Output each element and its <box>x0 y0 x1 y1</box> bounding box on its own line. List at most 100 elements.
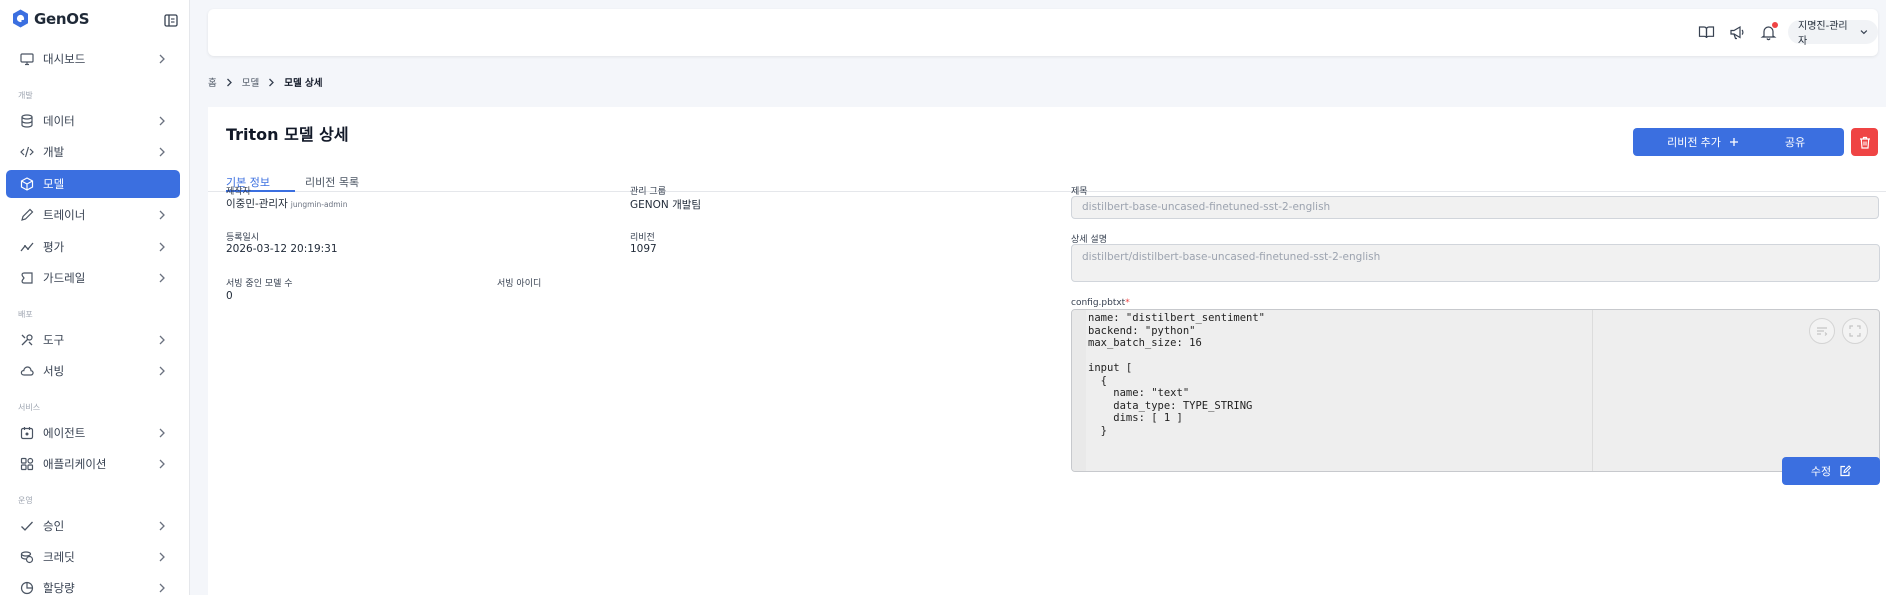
chevron-down-icon <box>1860 30 1868 35</box>
description-field[interactable]: distilbert/distilbert-base-uncased-finet… <box>1071 244 1880 282</box>
editor-gutter <box>1072 310 1086 471</box>
sidebar-item-label: 에이전트 <box>43 426 86 440</box>
sidebar-item-dashboard[interactable]: 대시보드 <box>6 45 180 73</box>
genos-logo-icon <box>13 9 28 28</box>
delete-button[interactable] <box>1851 128 1878 156</box>
nav-section-service: 서비스 <box>18 403 41 412</box>
sidebar-item-data[interactable]: 데이터 <box>6 107 180 135</box>
code-line: name: "distilbert_sentiment" <box>1088 312 1266 324</box>
wrap-lines-icon <box>1817 327 1828 336</box>
check-icon <box>19 518 35 534</box>
trend-line-icon <box>19 239 35 255</box>
sidebar-item-label: 가드레일 <box>43 271 86 285</box>
sidebar-item-label: 데이터 <box>43 114 75 128</box>
nav-section-ops: 운영 <box>18 496 33 505</box>
registered-label: 등록일시 <box>226 233 260 243</box>
expand-icon <box>1849 325 1861 337</box>
code-line: } <box>1088 425 1107 437</box>
user-menu[interactable]: 지명진-관리자 <box>1788 20 1878 47</box>
brand-name: GenOS <box>34 9 90 28</box>
chevron-right-icon <box>159 273 165 283</box>
sidebar-item-quota[interactable]: 할당량 <box>6 574 180 595</box>
edit-icon <box>1840 465 1852 477</box>
book-icon[interactable] <box>1698 24 1715 41</box>
serving-id-label: 서빙 아이디 <box>497 279 542 289</box>
tab-revision-list[interactable]: 리비전 목록 <box>305 174 359 190</box>
share-label: 공유 <box>1784 137 1806 149</box>
sidebar-item-approval[interactable]: 승인 <box>6 512 180 540</box>
sidebar-item-label: 트레이너 <box>43 208 86 222</box>
chevron-right-icon <box>159 210 165 220</box>
group-label: 관리 그룹 <box>630 187 666 197</box>
code-line: max_batch_size: 16 <box>1088 337 1202 349</box>
sidebar-item-guardrail[interactable]: 가드레일 <box>6 264 180 292</box>
monitor-icon <box>19 51 35 67</box>
chevron-right-icon <box>159 335 165 345</box>
sidebar-item-model[interactable]: 모델 <box>6 170 180 198</box>
logo[interactable]: GenOS <box>12 9 90 28</box>
megaphone-icon[interactable] <box>1729 24 1746 41</box>
code-line: { <box>1088 375 1107 387</box>
sidebar-item-serving[interactable]: 서빙 <box>6 357 180 385</box>
breadcrumb-model[interactable]: 모델 <box>242 75 259 89</box>
revision-label: 리비전 <box>630 233 655 243</box>
required-mark: * <box>1125 298 1130 308</box>
code-line: dims: [ 1 ] <box>1088 412 1183 424</box>
breadcrumb-home[interactable]: 홈 <box>208 75 217 89</box>
creator-id: jungmin-admin <box>290 200 348 209</box>
apps-grid-icon <box>19 456 35 472</box>
sidebar-item-agent[interactable]: 에이전트 <box>6 419 180 447</box>
creator-name: 이중민-관리자 <box>226 198 288 210</box>
sidebar-collapse-icon[interactable] <box>164 14 178 27</box>
group-value: GENON 개발팀 <box>630 199 702 211</box>
config-editor[interactable]: name: "distilbert_sentiment" backend: "p… <box>1071 309 1880 472</box>
code-line: data_type: TYPE_STRING <box>1088 400 1253 412</box>
code-line: backend: "python" <box>1088 325 1196 337</box>
top-header: 지명진-관리자 <box>208 9 1878 56</box>
chevron-right-icon <box>159 242 165 252</box>
edit-label: 수정 <box>1810 466 1832 478</box>
sidebar-item-label: 도구 <box>43 333 65 347</box>
sidebar-item-label: 개발 <box>43 145 65 159</box>
plus-icon <box>1729 138 1738 146</box>
pie-chart-icon <box>19 580 35 595</box>
notification-dot <box>1772 22 1778 28</box>
chevron-right-icon <box>226 78 232 86</box>
chevron-right-icon <box>159 583 165 593</box>
cube-icon <box>19 176 35 192</box>
sidebar-item-application[interactable]: 애플리케이션 <box>6 450 180 478</box>
sidebar-item-label: 승인 <box>43 519 65 533</box>
sidebar-item-tools[interactable]: 도구 <box>6 326 180 354</box>
sidebar-item-label: 모델 <box>43 177 65 191</box>
edit-button[interactable]: 수정 <box>1782 457 1880 485</box>
fullscreen-button[interactable] <box>1842 318 1868 344</box>
page-title: Triton 모델 상세 <box>226 125 349 144</box>
config-label: config.pbtxt* <box>1071 298 1130 308</box>
model-detail-card: Triton 모델 상세 기본 정보 리비전 목록 리비전 추가 공유 제작자 … <box>208 107 1886 595</box>
breadcrumb: 홈 모델 모델 상세 <box>208 75 323 89</box>
sidebar-item-eval[interactable]: 평가 <box>6 233 180 261</box>
sidebar-item-label: 평가 <box>43 240 65 254</box>
chevron-right-icon <box>159 147 165 157</box>
tab-bar: 기본 정보 리비전 목록 <box>208 152 1886 192</box>
creator-value: 이중민-관리자 jungmin-admin <box>226 196 347 211</box>
sidebar-item-label: 서빙 <box>43 364 65 378</box>
calendar-agent-icon <box>19 425 35 441</box>
wrap-toggle-button[interactable] <box>1809 318 1835 344</box>
editor-ruler <box>1592 310 1593 471</box>
trash-icon <box>1859 136 1870 149</box>
chevron-right-icon <box>159 552 165 562</box>
database-icon <box>19 113 35 129</box>
share-button[interactable]: 공유 <box>1746 128 1844 156</box>
chevron-right-icon <box>159 54 165 64</box>
sidebar-item-trainer[interactable]: 트레이너 <box>6 201 180 229</box>
chevron-right-icon <box>159 366 165 376</box>
title-field[interactable]: distilbert-base-uncased-finetuned-sst-2-… <box>1071 196 1879 219</box>
sidebar-item-dev[interactable]: 개발 <box>6 138 180 166</box>
pencil-icon <box>19 207 35 223</box>
chevron-right-icon <box>159 116 165 126</box>
sidebar-item-credit[interactable]: 크레딧 <box>6 543 180 571</box>
tools-icon <box>19 332 35 348</box>
guardrail-icon <box>19 270 35 286</box>
serving-count-label: 서빙 중인 모델 수 <box>226 279 293 289</box>
